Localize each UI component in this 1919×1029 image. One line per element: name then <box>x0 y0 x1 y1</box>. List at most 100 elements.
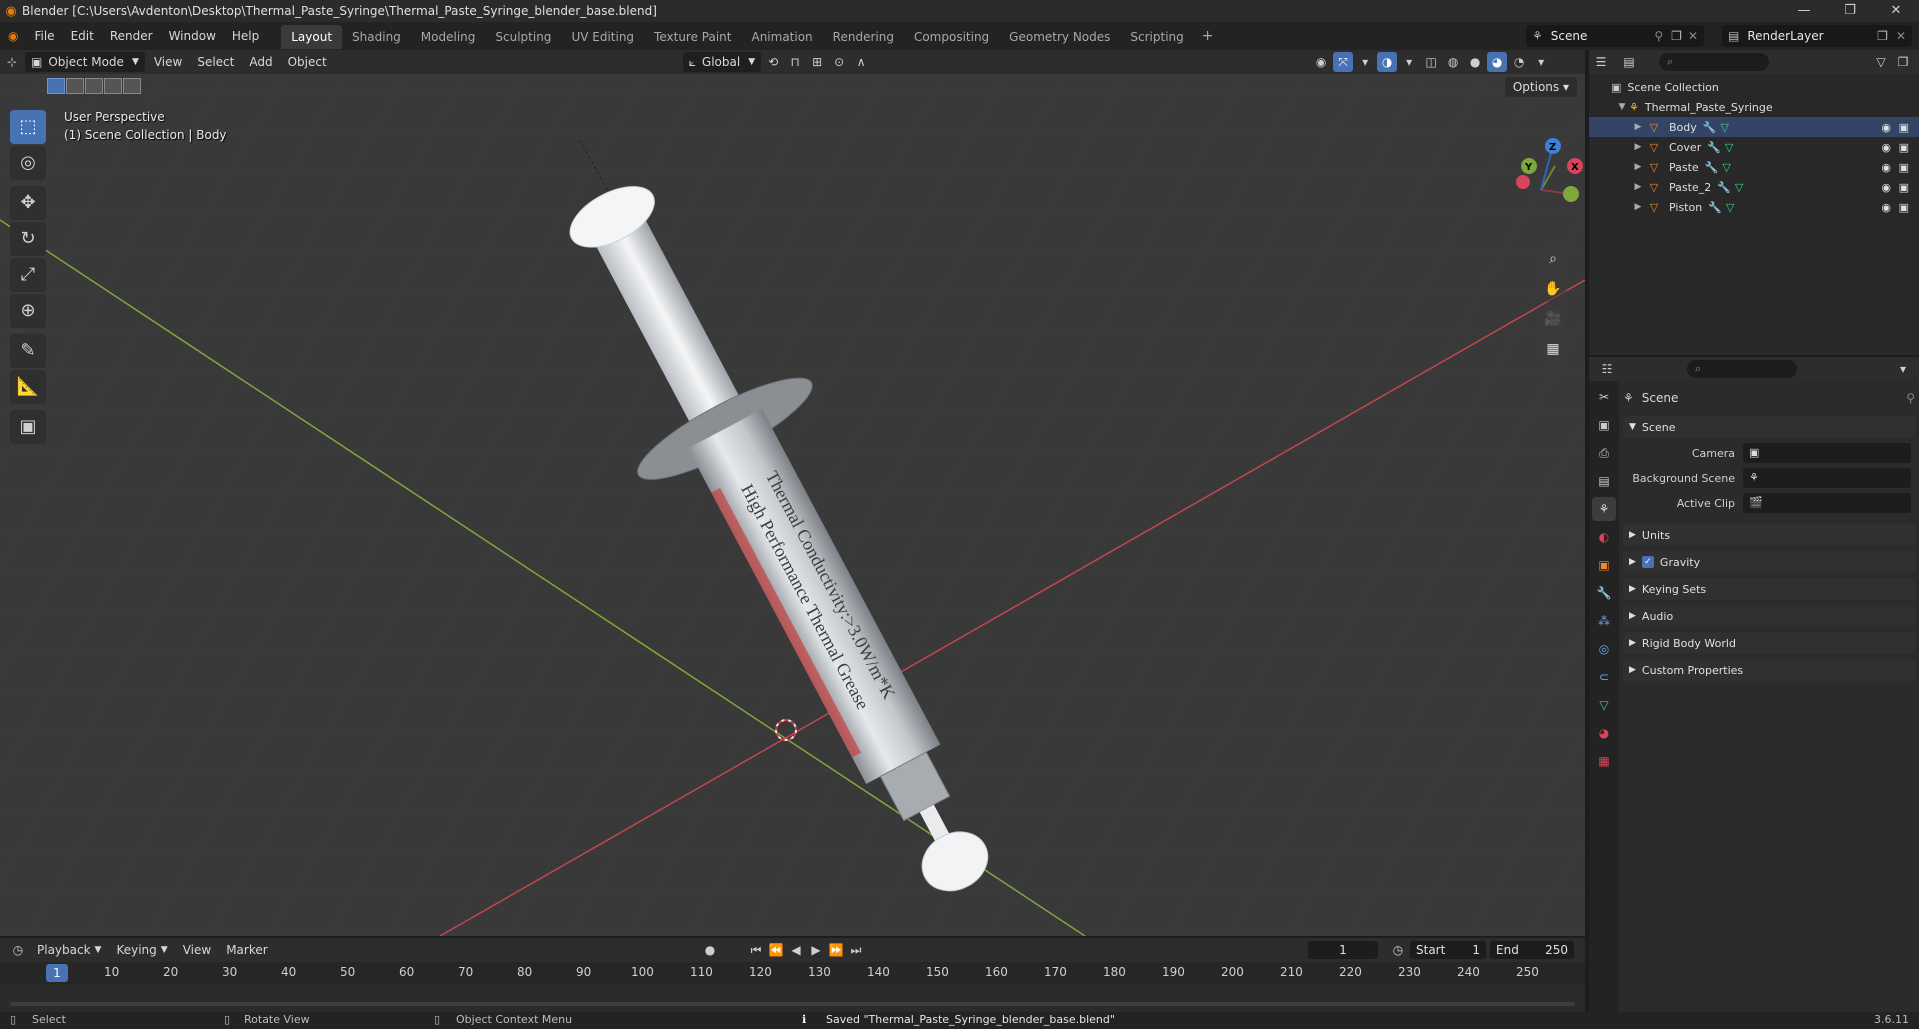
start-frame-field[interactable]: Start 1 <box>1410 941 1486 959</box>
gizmo-options-icon[interactable]: ▾ <box>1355 52 1375 72</box>
overlay-options-icon[interactable]: ▾ <box>1399 52 1419 72</box>
render-camera-icon[interactable]: ▣ <box>1899 201 1909 214</box>
transform-orientation-selector[interactable]: ⟀ Global ▼ <box>682 52 762 72</box>
render-camera-icon[interactable]: ▣ <box>1899 141 1909 154</box>
render-camera-icon[interactable]: ▣ <box>1899 181 1909 194</box>
texture-tab-icon[interactable]: ▦ <box>1592 749 1616 773</box>
xray-icon[interactable]: ◫ <box>1421 52 1441 72</box>
visibility-icon[interactable]: ◉ <box>1311 52 1331 72</box>
gizmo-toggle-icon[interactable]: ⤧ <box>1333 52 1354 72</box>
modifiers-tab-icon[interactable]: 🔧 <box>1592 581 1616 605</box>
gizmo-y-negative-icon[interactable] <box>1516 175 1530 189</box>
add-workspace-icon[interactable]: + <box>1194 28 1222 44</box>
view-layer-selector[interactable]: ▤ RenderLayer ❐ ✕ <box>1722 25 1912 47</box>
ortho-toggle-icon[interactable]: ▦ <box>1539 335 1567 363</box>
snap-icon[interactable]: ⊓ <box>785 52 805 72</box>
select-mode-subtract-icon[interactable] <box>85 78 103 94</box>
render-tab-icon[interactable]: ▣ <box>1592 413 1616 437</box>
world-tab-icon[interactable]: ◐ <box>1592 525 1616 549</box>
menu-view[interactable]: View <box>177 940 217 960</box>
scene-tab-icon[interactable]: ⚘ <box>1592 497 1616 521</box>
tab-layout[interactable]: Layout <box>281 25 343 49</box>
outliner-row-scene-collection[interactable]: ▣ Scene Collection <box>1589 77 1919 97</box>
record-icon[interactable]: ● <box>700 940 720 960</box>
delete-view-layer-icon[interactable]: ✕ <box>1896 29 1906 43</box>
play-reverse-icon[interactable]: ◀ <box>786 940 806 960</box>
menu-add[interactable]: Add <box>243 52 278 72</box>
minimize-icon[interactable]: — <box>1781 0 1827 22</box>
outliner-row-body[interactable]: ▶ ▽ Body 🔧 ▽ ◉ ▣ <box>1589 117 1919 137</box>
render-camera-icon[interactable]: ▣ <box>1899 121 1909 134</box>
close-icon[interactable]: ✕ <box>1873 0 1919 22</box>
scene-selector[interactable]: ⚘ Scene ⚲ ❐ ✕ <box>1526 25 1704 47</box>
outliner-row-paste[interactable]: ▶ ▽ Paste 🔧 ▽ ◉ ▣ <box>1589 157 1919 177</box>
new-view-layer-icon[interactable]: ❐ <box>1877 29 1888 43</box>
tab-sculpting[interactable]: Sculpting <box>485 25 561 49</box>
wireframe-shading-icon[interactable]: ◍ <box>1443 52 1463 72</box>
playhead[interactable]: 1 <box>46 964 68 982</box>
zoom-icon[interactable]: ⌕ <box>1539 245 1567 273</box>
jump-start-icon[interactable]: ⏮ <box>746 940 766 960</box>
expand-icon[interactable]: ▶ <box>1631 162 1645 172</box>
tab-uv-editing[interactable]: UV Editing <box>561 25 644 49</box>
jump-end-icon[interactable]: ⏭ <box>846 940 866 960</box>
blender-menu-icon[interactable]: ◉ <box>0 22 26 50</box>
section-custom-properties[interactable]: ▶ Custom Properties <box>1623 659 1915 681</box>
expand-icon[interactable]: ▶ <box>1631 142 1645 152</box>
menu-object[interactable]: Object <box>282 52 333 72</box>
view-layer-tab-icon[interactable]: ▤ <box>1592 469 1616 493</box>
material-tab-icon[interactable]: ◕ <box>1592 721 1616 745</box>
tab-scripting[interactable]: Scripting <box>1120 25 1193 49</box>
scale-tool-icon[interactable]: ⤢ <box>10 258 46 292</box>
section-rigid-body-world[interactable]: ▶ Rigid Body World <box>1623 632 1915 654</box>
next-keyframe-icon[interactable]: ⏩ <box>826 940 846 960</box>
tab-animation[interactable]: Animation <box>741 25 822 49</box>
background-scene-field[interactable]: ⚘ <box>1743 468 1911 488</box>
menu-render[interactable]: Render <box>102 22 161 50</box>
snap-target-icon[interactable]: ⊞ <box>807 52 827 72</box>
outliner-row-piston[interactable]: ▶ ▽ Piston 🔧 ▽ ◉ ▣ <box>1589 197 1919 217</box>
proportional-edit-icon[interactable]: ⊙ <box>829 52 849 72</box>
gizmo-x-positive-icon[interactable] <box>1563 186 1579 202</box>
new-collection-icon[interactable]: ❐ <box>1893 52 1913 72</box>
tab-modeling[interactable]: Modeling <box>411 25 486 49</box>
pin-icon[interactable]: ⚲ <box>1654 29 1663 43</box>
select-mode-extend-icon[interactable] <box>66 78 84 94</box>
section-gravity[interactable]: ▶ ✓ Gravity <box>1623 551 1915 573</box>
3d-viewport[interactable]: High Performance Thermal Grease Thermal … <box>0 50 1585 936</box>
add-cube-tool-icon[interactable]: ▣ <box>10 410 46 444</box>
gravity-checkbox[interactable]: ✓ <box>1641 556 1654 568</box>
falloff-icon[interactable]: ∧ <box>851 52 871 72</box>
delete-scene-icon[interactable]: ✕ <box>1688 29 1698 43</box>
expand-icon[interactable]: ▼ <box>1615 102 1629 112</box>
menu-window[interactable]: Window <box>161 22 224 50</box>
mode-selector[interactable]: ▣ Object Mode ▼ <box>25 52 145 72</box>
editor-type-icon[interactable]: ⊹ <box>2 52 22 72</box>
constraints-tab-icon[interactable]: ⊂ <box>1592 665 1616 689</box>
menu-help[interactable]: Help <box>224 22 267 50</box>
measure-tool-icon[interactable]: 📐 <box>10 370 46 404</box>
timeline-scrollbar[interactable] <box>10 1002 1575 1006</box>
outliner-editor-type-icon[interactable]: ☰ <box>1591 52 1611 72</box>
menu-edit[interactable]: Edit <box>63 22 102 50</box>
visibility-eye-icon[interactable]: ◉ <box>1881 161 1891 174</box>
visibility-eye-icon[interactable]: ◉ <box>1881 141 1891 154</box>
particles-tab-icon[interactable]: ⁂ <box>1592 609 1616 633</box>
timeline-ruler[interactable]: 1 10 20 30 40 50 60 70 80 90 100 110 120… <box>0 962 1585 984</box>
output-tab-icon[interactable]: ⎙ <box>1592 441 1616 465</box>
visibility-eye-icon[interactable]: ◉ <box>1881 201 1891 214</box>
prev-keyframe-icon[interactable]: ⏪ <box>766 940 786 960</box>
expand-icon[interactable]: ▶ <box>1631 182 1645 192</box>
section-scene[interactable]: ▼ Scene <box>1623 416 1915 438</box>
viewport-scene[interactable]: High Performance Thermal Grease Thermal … <box>0 50 1585 936</box>
solid-shading-icon[interactable]: ● <box>1465 52 1485 72</box>
outliner-row-paste-2[interactable]: ▶ ▽ Paste_2 🔧 ▽ ◉ ▣ <box>1589 177 1919 197</box>
select-mode-new-icon[interactable] <box>47 78 65 94</box>
data-tab-icon[interactable]: ▽ <box>1592 693 1616 717</box>
outliner-search-input[interactable]: ⌕ <box>1659 53 1769 71</box>
move-tool-icon[interactable]: ✥ <box>10 186 46 220</box>
timeline-editor-type-icon[interactable]: ◷ <box>8 940 28 960</box>
display-mode-icon[interactable]: ▤ <box>1619 52 1639 72</box>
pan-hand-icon[interactable]: ✋ <box>1539 275 1567 303</box>
select-mode-intersect-icon[interactable] <box>123 78 141 94</box>
